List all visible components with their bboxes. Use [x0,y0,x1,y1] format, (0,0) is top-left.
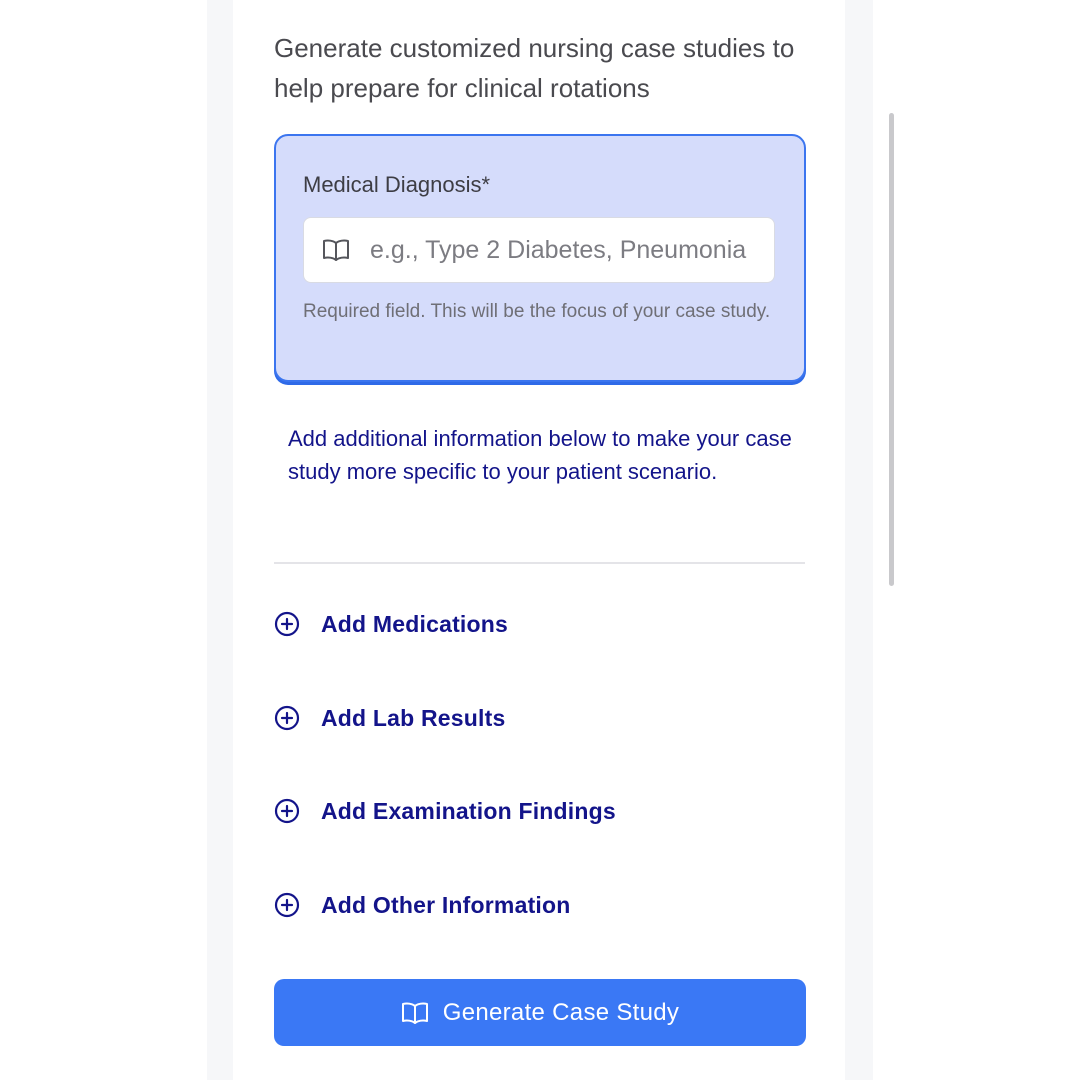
diagnosis-input[interactable] [370,218,770,282]
add-examination-findings-button[interactable]: Add Examination Findings [274,791,805,831]
additional-info-text: Add additional information below to make… [288,426,792,484]
add-other-information-label: Add Other Information [321,891,571,918]
add-medications-label: Add Medications [321,610,509,637]
add-medications-button[interactable]: Add Medications [274,604,805,644]
page-subtitle: Generate customized nursing case studies… [274,33,795,103]
plus-circle-icon [274,892,300,918]
plus-circle-icon [274,798,300,824]
scrollbar[interactable] [889,113,894,586]
add-examination-findings-label: Add Examination Findings [321,797,616,824]
add-lab-results-button[interactable]: Add Lab Results [274,698,805,738]
book-open-icon [323,239,349,261]
divider [274,562,805,564]
diagnosis-input-wrapper[interactable] [303,217,775,283]
diagnosis-label: Medical Diagnosis* [303,172,491,197]
plus-circle-icon [274,705,300,731]
diagnosis-section: Medical Diagnosis* Required field. This … [274,134,806,382]
book-open-icon [401,1002,428,1024]
add-lab-results-label: Add Lab Results [321,704,506,731]
diagnosis-help-text: Required field. This will be the focus o… [303,301,771,322]
plus-circle-icon [274,611,300,637]
generate-case-study-label: Generate Case Study [442,998,680,1026]
add-other-information-button[interactable]: Add Other Information [274,885,805,925]
generate-case-study-button[interactable]: Generate Case Study [274,979,806,1046]
